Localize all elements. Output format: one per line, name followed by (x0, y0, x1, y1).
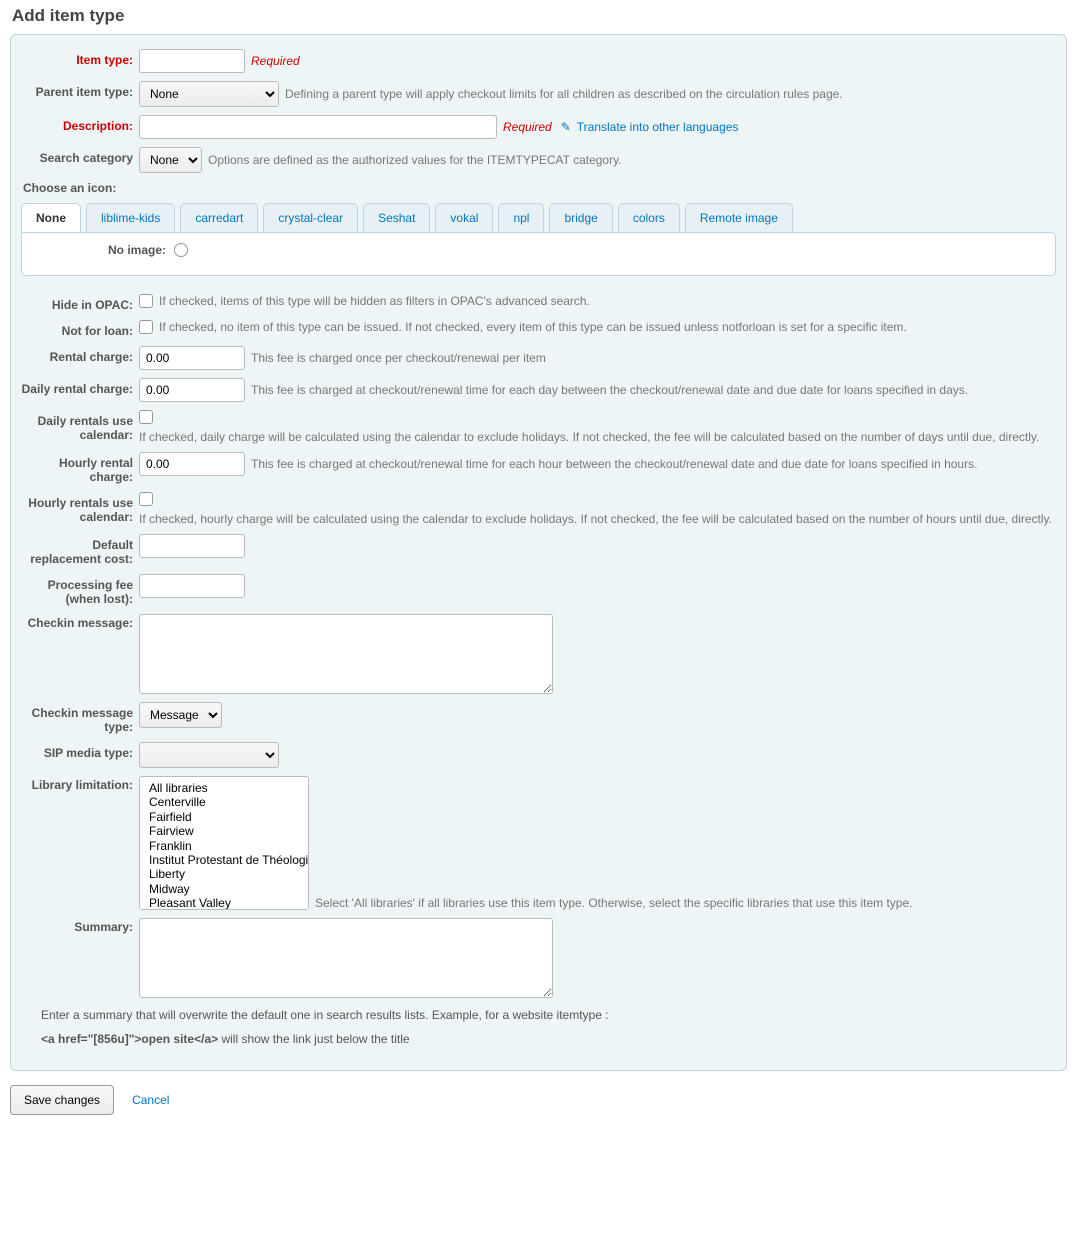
tab-vokal[interactable]: vokal (435, 203, 493, 232)
hourly-rental-label: Hourly rental charge: (21, 452, 139, 484)
no-image-label: No image: (36, 243, 166, 257)
library-option[interactable]: Liberty (146, 867, 302, 881)
tab-colors[interactable]: colors (618, 203, 680, 232)
tab-crystal-clear[interactable]: crystal-clear (263, 203, 358, 232)
not-for-loan-hint: If checked, no item of this type can be … (159, 320, 907, 334)
checkin-msg-label: Checkin message: (21, 614, 139, 630)
hourly-cal-hint: If checked, hourly charge will be calcul… (139, 512, 1052, 526)
parent-label: Parent item type: (21, 81, 139, 99)
not-for-loan-checkbox[interactable] (139, 320, 153, 334)
item-type-label: Item type: (21, 49, 139, 67)
tab-npl[interactable]: npl (498, 203, 544, 232)
lib-limit-hint: Select 'All libraries' if all libraries … (315, 896, 912, 910)
page-title: Add item type (12, 6, 1067, 26)
checkin-msg-textarea[interactable] (139, 614, 553, 694)
library-option[interactable]: Institut Protestant de Théologie (146, 853, 302, 867)
daily-rental-hint: This fee is charged at checkout/renewal … (251, 383, 968, 397)
choose-icon-label: Choose an icon: (23, 181, 1056, 195)
processing-label: Processing fee (when lost): (21, 574, 139, 606)
pencil-icon: ✎ (561, 120, 571, 134)
summary-note-1: Enter a summary that will overwrite the … (41, 1008, 1056, 1022)
summary-textarea[interactable] (139, 918, 553, 998)
icon-tabs: Noneliblime-kidscarredartcrystal-clearSe… (21, 203, 1056, 232)
parent-hint: Defining a parent type will apply checko… (285, 87, 843, 101)
search-category-label: Search category (21, 147, 139, 165)
library-option[interactable]: All libraries (146, 781, 302, 795)
library-option[interactable]: Centerville (146, 795, 302, 809)
daily-rental-input[interactable] (139, 378, 245, 402)
no-image-radio[interactable] (174, 243, 188, 257)
hide-opac-checkbox[interactable] (139, 294, 153, 308)
translate-link[interactable]: Translate into other languages (577, 120, 739, 134)
hide-opac-label: Hide in OPAC: (21, 294, 139, 312)
rental-label: Rental charge: (21, 346, 139, 364)
tab-bridge[interactable]: bridge (549, 203, 612, 232)
summary-label: Summary: (21, 918, 139, 934)
cancel-link[interactable]: Cancel (132, 1093, 169, 1107)
daily-rental-label: Daily rental charge: (21, 378, 139, 396)
tab-none[interactable]: None (21, 203, 81, 232)
library-option[interactable]: Fairview (146, 824, 302, 838)
form-box: Item type: Required Parent item type: No… (10, 34, 1067, 1071)
summary-note-2: <a href="[856u]">open site</a> will show… (41, 1032, 1056, 1046)
hide-opac-hint: If checked, items of this type will be h… (159, 294, 590, 308)
search-category-select[interactable]: None (139, 147, 202, 173)
replacement-input[interactable] (139, 534, 245, 558)
save-button[interactable]: Save changes (10, 1085, 114, 1115)
processing-input[interactable] (139, 574, 245, 598)
checkin-type-select[interactable]: Message (139, 702, 222, 728)
description-input[interactable] (139, 115, 497, 139)
hourly-rental-input[interactable] (139, 452, 245, 476)
parent-select[interactable]: None (139, 81, 279, 107)
required-text: Required (503, 120, 552, 134)
rental-hint: This fee is charged once per checkout/re… (251, 351, 546, 365)
library-option[interactable]: Pleasant Valley (146, 896, 302, 910)
hourly-cal-label: Hourly rentals use calendar: (21, 492, 139, 524)
sip-label: SIP media type: (21, 742, 139, 760)
daily-cal-checkbox[interactable] (139, 410, 153, 424)
tab-liblime-kids[interactable]: liblime-kids (86, 203, 175, 232)
not-for-loan-label: Not for loan: (21, 320, 139, 338)
hourly-cal-checkbox[interactable] (139, 492, 153, 506)
required-text: Required (251, 54, 300, 68)
sip-select[interactable] (139, 742, 279, 768)
library-limitation-select[interactable]: All librariesCentervilleFairfieldFairvie… (139, 776, 309, 910)
tab-seshat[interactable]: Seshat (363, 203, 430, 232)
lib-limit-label: Library limitation: (21, 776, 139, 792)
tab-remote-image[interactable]: Remote image (685, 203, 793, 232)
item-type-input[interactable] (139, 49, 245, 73)
hourly-rental-hint: This fee is charged at checkout/renewal … (251, 457, 977, 471)
library-option[interactable]: Franklin (146, 839, 302, 853)
checkin-type-label: Checkin message type: (21, 702, 139, 734)
daily-cal-label: Daily rentals use calendar: (21, 410, 139, 442)
library-option[interactable]: Midway (146, 882, 302, 896)
description-label: Description: (21, 115, 139, 133)
replacement-label: Default replacement cost: (21, 534, 139, 566)
search-category-hint: Options are defined as the authorized va… (208, 153, 622, 167)
daily-cal-hint: If checked, daily charge will be calcula… (139, 430, 1039, 444)
icon-tab-content: No image: (21, 232, 1056, 276)
library-option[interactable]: Fairfield (146, 810, 302, 824)
rental-input[interactable] (139, 346, 245, 370)
tab-carredart[interactable]: carredart (180, 203, 258, 232)
